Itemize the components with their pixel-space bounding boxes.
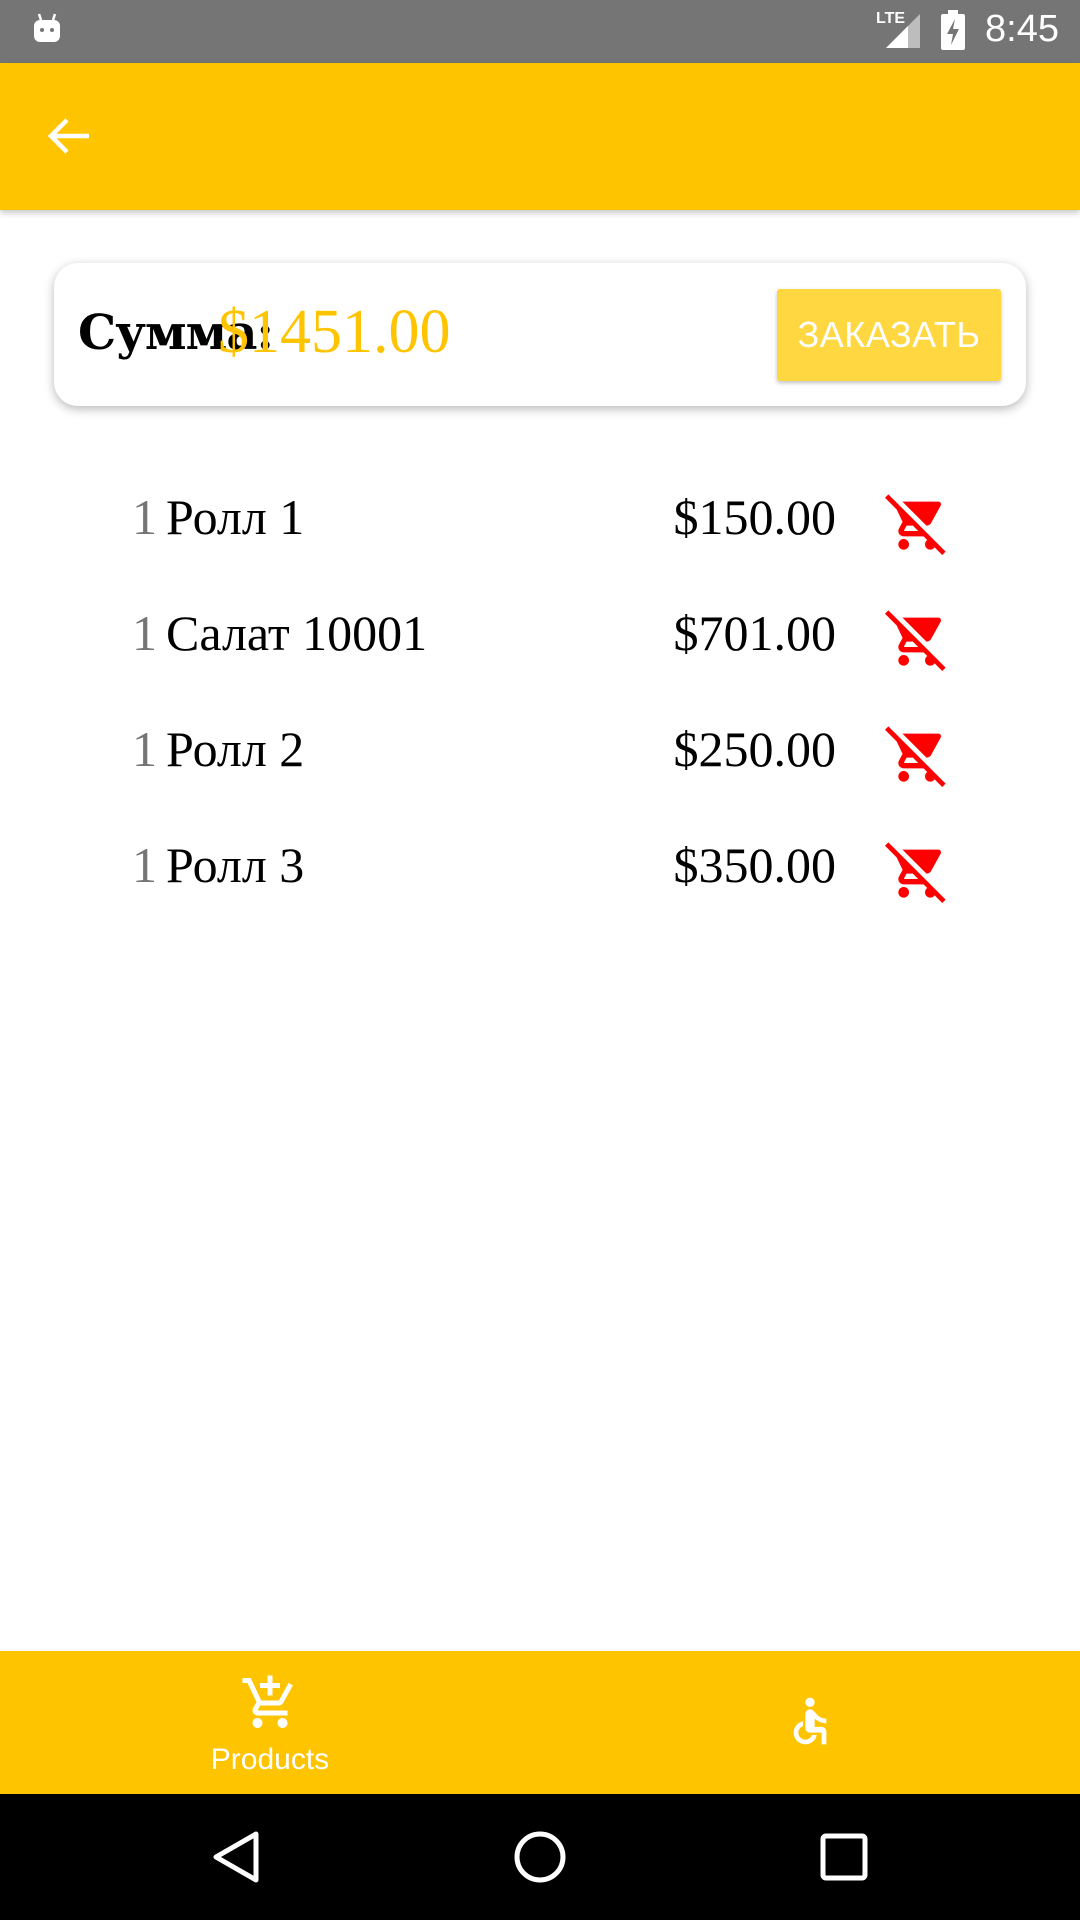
signal-icon xyxy=(886,14,920,48)
item-quantity: 1 xyxy=(132,489,157,545)
item-name: Ролл 1 xyxy=(166,489,305,545)
order-button[interactable]: ЗАКАЗАТЬ xyxy=(777,289,1001,381)
item-price: $150.00 xyxy=(673,489,837,545)
add-shopping-cart-icon xyxy=(242,1675,293,1728)
screen: LTE 8:45 Сумма: $1451.00 ЗАКАЗАТЬ 1 Ролл xyxy=(0,0,1080,1920)
remove-item-button[interactable] xyxy=(884,606,950,672)
android-icon xyxy=(34,13,60,42)
remove-item-button[interactable] xyxy=(884,722,950,788)
cart-item: 1 Ролл 3 $350.00 xyxy=(0,808,1080,924)
system-recents-button[interactable] xyxy=(809,1822,879,1892)
status-clock: 8:45 xyxy=(985,8,1059,50)
back-button[interactable] xyxy=(36,103,102,169)
recents-square-icon xyxy=(820,1833,868,1881)
system-navigation-bar xyxy=(0,1794,1080,1920)
system-back-button[interactable] xyxy=(201,1822,271,1892)
nav-products-tab[interactable]: Products xyxy=(0,1651,540,1794)
app-bar xyxy=(0,63,1080,210)
item-name: Ролл 2 xyxy=(166,721,305,777)
accessible-icon xyxy=(793,1697,827,1745)
cart-item: 1 Ролл 1 $150.00 xyxy=(0,460,1080,576)
order-summary-card: Сумма: $1451.00 ЗАКАЗАТЬ xyxy=(54,263,1026,406)
home-circle-icon xyxy=(514,1831,566,1883)
back-triangle-icon xyxy=(213,1831,259,1883)
system-home-button[interactable] xyxy=(505,1822,575,1892)
bottom-navigation: Products xyxy=(0,1651,1080,1794)
remove-item-button[interactable] xyxy=(884,490,950,556)
remove-item-button[interactable] xyxy=(884,838,950,904)
item-price: $250.00 xyxy=(673,721,837,777)
item-quantity: 1 xyxy=(132,837,157,893)
remove-shopping-cart-icon xyxy=(885,726,946,787)
nav-accessible-tab[interactable] xyxy=(540,1651,1080,1794)
remove-shopping-cart-icon xyxy=(885,494,946,555)
battery-charging-icon xyxy=(941,10,965,50)
remove-shopping-cart-icon xyxy=(885,842,946,903)
cart-items-list: 1 Ролл 1 $150.00 1 Салат 10001 $701.00 1… xyxy=(0,460,1080,924)
remove-shopping-cart-icon xyxy=(885,610,946,671)
item-quantity: 1 xyxy=(132,721,157,777)
item-name: Ролл 3 xyxy=(166,837,305,893)
item-price: $350.00 xyxy=(673,837,837,893)
nav-products-label: Products xyxy=(210,1743,330,1776)
sum-total: $1451.00 xyxy=(218,298,451,366)
item-name: Салат 10001 xyxy=(166,605,428,661)
cart-item: 1 Салат 10001 $701.00 xyxy=(0,576,1080,692)
item-quantity: 1 xyxy=(132,605,157,661)
cart-item: 1 Ролл 2 $250.00 xyxy=(0,692,1080,808)
status-bar: LTE 8:45 xyxy=(0,0,1080,63)
item-price: $701.00 xyxy=(673,605,837,661)
arrow-back-icon xyxy=(47,118,89,154)
